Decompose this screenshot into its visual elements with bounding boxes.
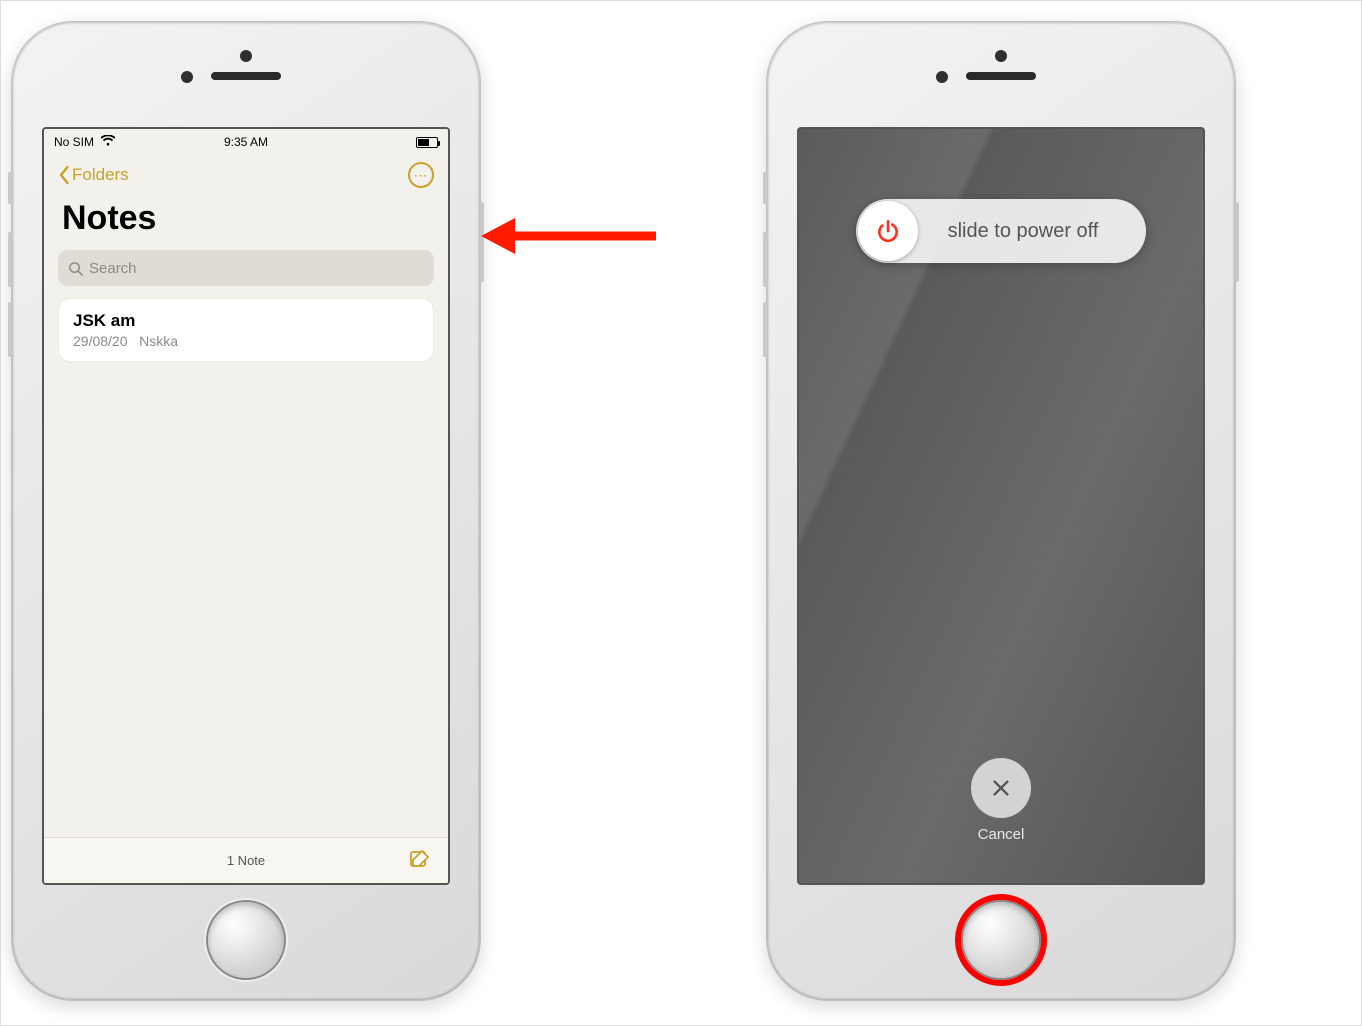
home-button[interactable] xyxy=(208,902,284,978)
search-input[interactable]: Search xyxy=(58,250,434,286)
power-icon xyxy=(875,218,901,244)
home-button[interactable] xyxy=(963,902,1039,978)
more-button[interactable]: ⋯ xyxy=(408,162,434,188)
iphone-device-right: slide to power off Cancel xyxy=(766,21,1236,1001)
close-icon xyxy=(990,777,1012,799)
clock-label: 9:35 AM xyxy=(44,135,448,149)
note-meta: 29/08/20 Nskka xyxy=(73,333,419,349)
search-placeholder: Search xyxy=(89,260,137,277)
earpiece-speaker xyxy=(211,72,281,80)
front-camera xyxy=(240,50,252,62)
iphone-device-left: No SIM 9:35 AM Folders xyxy=(11,21,481,1001)
power-off-screen: slide to power off Cancel xyxy=(799,129,1203,883)
note-count-label: 1 Note xyxy=(227,853,265,868)
cancel-circle[interactable] xyxy=(971,758,1031,818)
search-icon xyxy=(68,261,83,276)
annotation-arrow-icon xyxy=(481,206,661,266)
compose-button[interactable] xyxy=(408,847,432,875)
mute-switch[interactable] xyxy=(8,172,12,204)
back-label: Folders xyxy=(72,165,129,185)
notes-app: No SIM 9:35 AM Folders xyxy=(44,129,448,883)
slide-to-power-off[interactable]: slide to power off xyxy=(856,199,1146,263)
note-preview: Nskka xyxy=(139,333,178,349)
volume-up-button[interactable] xyxy=(763,232,767,287)
status-bar: No SIM 9:35 AM xyxy=(44,129,448,155)
power-off-knob[interactable] xyxy=(858,201,918,261)
ellipsis-icon: ⋯ xyxy=(414,167,429,184)
compose-icon xyxy=(408,847,432,871)
note-list-item[interactable]: JSK am 29/08/20 Nskka xyxy=(58,298,434,362)
slide-label: slide to power off xyxy=(920,220,1146,243)
cancel-label: Cancel xyxy=(971,826,1031,843)
note-date: 29/08/20 xyxy=(73,333,128,349)
page-title: Notes xyxy=(44,195,448,246)
nav-bar: Folders ⋯ xyxy=(44,155,448,195)
earpiece-speaker xyxy=(966,72,1036,80)
note-title: JSK am xyxy=(73,311,419,331)
volume-down-button[interactable] xyxy=(763,302,767,357)
mute-switch[interactable] xyxy=(763,172,767,204)
battery-icon xyxy=(416,135,438,149)
volume-up-button[interactable] xyxy=(8,232,12,287)
power-button[interactable] xyxy=(1235,202,1239,282)
proximity-sensor xyxy=(181,71,193,83)
bottom-toolbar: 1 Note xyxy=(44,837,448,883)
screen: No SIM 9:35 AM Folders xyxy=(42,127,450,885)
cancel-power-off[interactable]: Cancel xyxy=(971,758,1031,843)
proximity-sensor xyxy=(936,71,948,83)
front-camera xyxy=(995,50,1007,62)
back-button[interactable]: Folders xyxy=(58,165,129,185)
screen: slide to power off Cancel xyxy=(797,127,1205,885)
chevron-left-icon xyxy=(58,166,70,184)
volume-down-button[interactable] xyxy=(8,302,12,357)
